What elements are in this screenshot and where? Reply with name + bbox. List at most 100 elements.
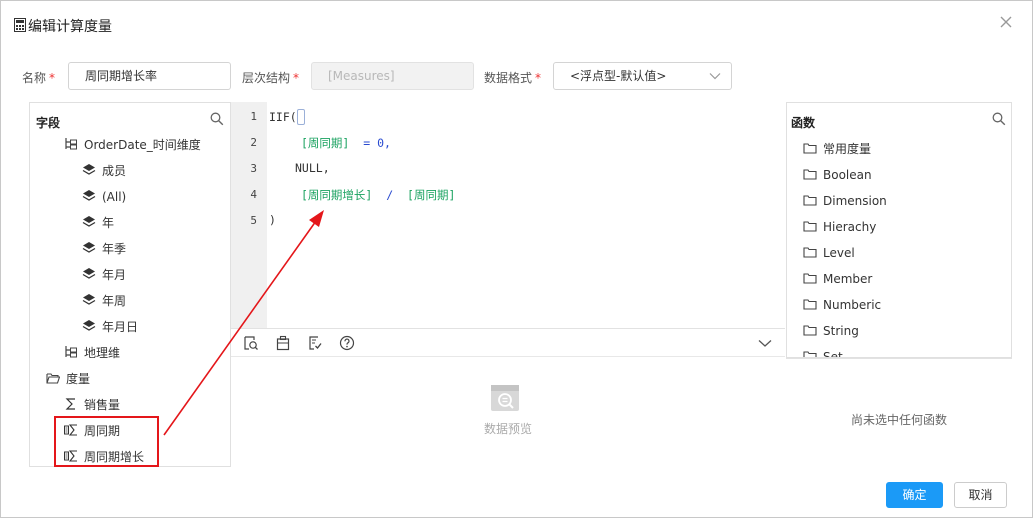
function-category-label: Boolean — [823, 168, 872, 182]
tree-item-year-month-day[interactable]: 年月日 — [82, 317, 138, 337]
function-description-area: 尚未选中任何函数 — [786, 358, 1012, 467]
help-icon[interactable] — [339, 335, 355, 351]
clipboard-icon[interactable] — [275, 335, 291, 351]
tree-item-orderdate[interactable]: OrderDate_时间维度 — [64, 135, 201, 155]
folder-icon — [803, 351, 817, 357]
data-preview-icon — [491, 385, 519, 411]
line-number: 2 — [250, 136, 257, 149]
calculator-icon — [14, 18, 26, 32]
tree-item-label: 年周 — [102, 294, 127, 308]
function-category-string[interactable]: String — [803, 321, 859, 341]
folder-icon — [803, 143, 817, 154]
sigma-icon — [65, 398, 75, 410]
folder-icon — [803, 325, 817, 336]
name-input[interactable]: 周同期增长率 — [68, 62, 231, 90]
function-category-boolean[interactable]: Boolean — [803, 165, 872, 185]
hierarchy-input: [Measures] — [311, 62, 474, 90]
tree-item-year-week[interactable]: 年周 — [82, 291, 126, 311]
tree-item-year[interactable]: 年 — [82, 213, 114, 233]
tree-item-label: 成员 — [102, 164, 127, 178]
functions-panel-title: 函数 — [791, 116, 816, 130]
line-number: 3 — [250, 162, 257, 175]
function-category-label: 常用度量 — [823, 142, 872, 156]
code-text: ) — [269, 213, 276, 227]
code-operator-token: / — [386, 188, 394, 202]
function-category-numberic[interactable]: Numberic — [803, 295, 881, 315]
folder-open-icon — [46, 373, 60, 384]
function-category-set[interactable]: Set — [803, 347, 843, 358]
search-icon[interactable] — [992, 112, 1006, 126]
chevron-down-icon[interactable] — [757, 335, 773, 351]
folder-icon — [803, 247, 817, 258]
layers-icon — [82, 294, 96, 305]
tree-item-year-quarter[interactable]: 年季 — [82, 239, 126, 259]
code-line-3: NULL, — [295, 161, 330, 175]
layers-icon — [82, 190, 96, 201]
fields-panel: 字段 OrderDate_时间维度 成员 (All) 年 年季 年月 年周 年月… — [29, 102, 231, 467]
line-number: 4 — [250, 188, 257, 201]
function-category-label: Member — [823, 272, 873, 286]
code-line-5: ) — [269, 213, 276, 227]
code-operator-token: = 0, — [363, 136, 391, 150]
tree-item-label: OrderDate_时间维度 — [84, 138, 201, 152]
code-field-token: [周同期增长] — [301, 188, 373, 202]
tree-item-label: 度量 — [66, 372, 91, 386]
expression-editor[interactable]: 1 2 3 4 5 IIF( [周同期] = 0, NULL, [周同期增长] … — [231, 102, 785, 328]
tree-item-label: (All) — [102, 190, 127, 204]
search-icon[interactable] — [210, 112, 224, 126]
highlight-box — [54, 416, 159, 467]
function-category-level[interactable]: Level — [803, 243, 855, 263]
folder-icon — [803, 221, 817, 232]
folder-icon — [803, 195, 817, 206]
tree-item-label: 年月 — [102, 268, 127, 282]
data-preview-label: 数据预览 — [483, 422, 532, 436]
tree-item-label: 销售量 — [84, 398, 121, 412]
layers-icon — [82, 320, 96, 331]
function-category-label: Hierachy — [823, 220, 877, 234]
code-field-token: [周同期] — [301, 136, 350, 150]
no-function-selected-text: 尚未选中任何函数 — [850, 413, 947, 427]
tree-item-year-month[interactable]: 年月 — [82, 265, 126, 285]
code-text: IIF( — [269, 110, 297, 124]
ok-button[interactable]: 确定 — [886, 482, 943, 508]
code-line-4: [周同期增长] / [周同期] — [301, 187, 455, 203]
function-category-common[interactable]: 常用度量 — [803, 139, 871, 159]
cancel-button[interactable]: 取消 — [954, 482, 1007, 508]
function-category-label: Numberic — [823, 298, 882, 312]
tree-item-label: 年季 — [102, 242, 127, 256]
chevron-down-icon — [709, 73, 721, 80]
line-number: 5 — [250, 214, 257, 227]
close-icon[interactable] — [998, 14, 1014, 30]
editor-toolbar — [231, 328, 785, 356]
format-icon[interactable] — [243, 335, 259, 351]
fields-panel-title: 字段 — [36, 116, 61, 130]
bracket-match-marker — [296, 109, 305, 125]
hierarchy-label: 层次结构 * — [242, 71, 300, 85]
tree-item-sales[interactable]: 销售量 — [64, 395, 120, 415]
tree-item-geo[interactable]: 地理维 — [64, 343, 120, 363]
function-category-hierachy[interactable]: Hierachy — [803, 217, 876, 237]
layers-icon — [82, 268, 96, 279]
code-field-token: [周同期] — [407, 188, 456, 202]
layers-icon — [82, 216, 96, 227]
code-line-2: [周同期] = 0, — [301, 135, 391, 151]
function-category-label: Dimension — [823, 194, 887, 208]
tree-item-all[interactable]: (All) — [82, 187, 126, 207]
function-category-label: Level — [823, 246, 855, 260]
data-format-select[interactable]: <浮点型-默认值> — [553, 62, 732, 90]
validate-icon[interactable] — [307, 335, 323, 351]
tree-item-measures[interactable]: 度量 — [46, 369, 90, 389]
dialog-title: 编辑计算度量 — [28, 19, 112, 35]
edit-calculated-measure-dialog: 编辑计算度量 名称 * 周同期增长率 层次结构 * [Measures] 数据格式 *… — [0, 0, 1033, 518]
data-format-value: <浮点型-默认值> — [570, 69, 667, 83]
function-category-member[interactable]: Member — [803, 269, 872, 289]
layers-icon — [82, 164, 96, 175]
tree-item-members[interactable]: 成员 — [82, 161, 126, 181]
hierarchy-icon — [65, 346, 77, 358]
function-category-label: Set — [823, 350, 843, 358]
tree-item-label: 年月日 — [102, 320, 139, 334]
data-format-label: 数据格式 * — [484, 71, 542, 85]
folder-icon — [803, 169, 817, 180]
function-category-dimension[interactable]: Dimension — [803, 191, 887, 211]
line-number-gutter: 1 2 3 4 5 — [231, 102, 267, 328]
